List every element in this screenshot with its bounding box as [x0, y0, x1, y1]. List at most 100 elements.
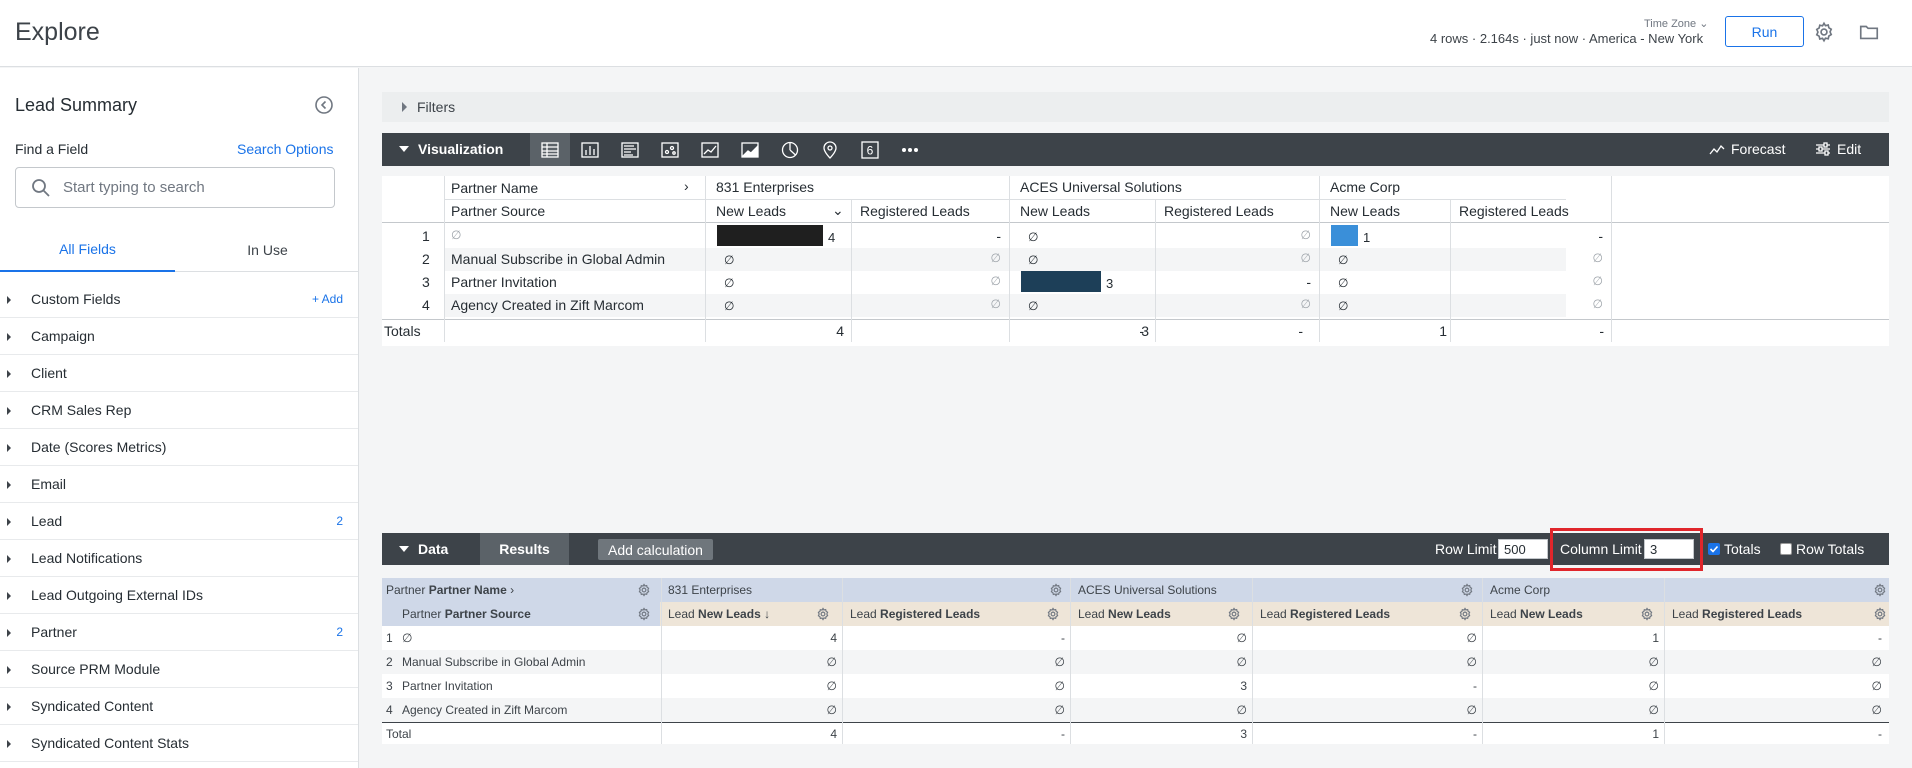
- table-cell: ∅: [1028, 253, 1039, 267]
- grid-line: [1664, 578, 1665, 744]
- pie-chart-icon[interactable]: [770, 133, 810, 166]
- results-table: Partner Partner Name › Partner Partner S…: [382, 578, 1889, 744]
- field-group-label: CRM Sales Rep: [31, 402, 132, 418]
- view-label: Partner: [402, 607, 442, 621]
- gear-icon[interactable]: [1873, 583, 1887, 597]
- gear-icon[interactable]: [1873, 607, 1887, 621]
- grid-line: [1252, 578, 1253, 744]
- chevron-right-icon[interactable]: ›: [684, 178, 689, 194]
- caret-down-icon[interactable]: [399, 546, 409, 552]
- gear-icon[interactable]: [1227, 607, 1241, 621]
- forecast-button[interactable]: Forecast: [1709, 141, 1785, 157]
- field-group-lead-notifications[interactable]: Lead Notifications: [0, 540, 358, 577]
- gear-icon[interactable]: [1049, 583, 1063, 597]
- field-group-lead[interactable]: Lead 2: [0, 503, 358, 540]
- gear-icon[interactable]: [1458, 607, 1472, 621]
- caret-right-icon: [7, 740, 11, 748]
- gear-icon[interactable]: [816, 607, 830, 621]
- field-group-label: Syndicated Content: [31, 698, 154, 714]
- row-limit-input[interactable]: [1498, 539, 1548, 559]
- view-label: Lead: [1490, 607, 1517, 621]
- single-value-icon[interactable]: 6: [850, 133, 890, 166]
- table-cell: ∅: [1300, 251, 1311, 265]
- gear-icon[interactable]: [1813, 21, 1835, 43]
- grid-line: [705, 176, 706, 342]
- area-chart-icon[interactable]: [730, 133, 770, 166]
- total-cell: 3: [1240, 727, 1247, 741]
- field-group-custom-fields[interactable]: Custom Fields + Add: [0, 281, 358, 318]
- search-input[interactable]: [63, 179, 313, 196]
- scatter-icon[interactable]: [650, 133, 690, 166]
- table-cell: ∅: [1054, 655, 1065, 669]
- row-source: Partner Invitation: [451, 274, 557, 290]
- row-number: 4: [422, 297, 430, 313]
- more-icon[interactable]: [890, 133, 930, 166]
- field-group-syndicated-content[interactable]: Syndicated Content: [0, 688, 358, 725]
- gear-icon[interactable]: [1640, 607, 1654, 621]
- tab-all-fields[interactable]: All Fields: [0, 228, 175, 272]
- visualization-label[interactable]: Visualization: [418, 141, 503, 157]
- line-chart-icon[interactable]: [690, 133, 730, 166]
- field-group-syndicated-content-stats[interactable]: Syndicated Content Stats: [0, 725, 358, 762]
- caret-down-icon[interactable]: [399, 146, 409, 152]
- grid-line: [1482, 578, 1483, 744]
- visualization-bar: Visualization 6 Forecast Edit: [382, 133, 1889, 166]
- add-custom-field-button[interactable]: + Add: [312, 292, 343, 306]
- field-group-crm-sales-rep[interactable]: CRM Sales Rep: [0, 392, 358, 429]
- row-totals-checkbox[interactable]: [1780, 543, 1792, 555]
- column-chart-icon[interactable]: [610, 133, 650, 166]
- tab-in-use[interactable]: In Use: [180, 228, 355, 272]
- grid-line: [1611, 176, 1612, 342]
- table-cell: 1: [1652, 631, 1659, 645]
- filters-section[interactable]: Filters: [382, 92, 1889, 122]
- view-label: Lead: [1078, 607, 1105, 621]
- field-group-date-scores[interactable]: Date (Scores Metrics): [0, 429, 358, 466]
- field-group-label: Date (Scores Metrics): [31, 439, 167, 455]
- gear-icon[interactable]: [1046, 607, 1060, 621]
- map-pin-icon[interactable]: [810, 133, 850, 166]
- table-cell: ∅: [1871, 679, 1882, 693]
- tab-results[interactable]: Results: [480, 533, 569, 565]
- gear-icon[interactable]: [637, 583, 651, 597]
- bar-chart-icon[interactable]: [570, 133, 610, 166]
- add-calculation-button[interactable]: Add calculation: [598, 539, 713, 560]
- search-options-link[interactable]: Search Options: [237, 141, 334, 157]
- sort-chevron-icon[interactable]: ⌄: [832, 202, 844, 219]
- gear-icon[interactable]: [637, 607, 651, 621]
- table-icon[interactable]: [530, 133, 570, 166]
- measure-header[interactable]: New Leads: [716, 203, 786, 219]
- field-group-label: Custom Fields: [31, 291, 121, 307]
- table-cell: ∅: [990, 251, 1001, 265]
- edit-label: Edit: [1837, 141, 1862, 157]
- field-group-campaign[interactable]: Campaign: [0, 318, 358, 355]
- timezone-selector[interactable]: Time Zone ⌄: [1644, 17, 1708, 30]
- grid-line: [444, 176, 445, 342]
- row-source: Agency Created in Zift Marcom: [451, 297, 644, 313]
- data-label[interactable]: Data: [418, 541, 448, 557]
- run-button[interactable]: Run: [1725, 16, 1804, 47]
- totals-checkbox[interactable]: [1708, 543, 1720, 555]
- collapse-sidebar-icon[interactable]: [314, 95, 334, 115]
- grid-line: [444, 199, 1566, 200]
- field-group-client[interactable]: Client: [0, 355, 358, 392]
- in-use-count: 2: [336, 625, 343, 639]
- gear-icon[interactable]: [1460, 583, 1474, 597]
- table-cell: ∅: [1236, 703, 1247, 717]
- field-group-partner[interactable]: Partner 2: [0, 614, 358, 651]
- row-number: 1: [422, 228, 430, 244]
- table-cell: 3: [1240, 679, 1247, 693]
- forecast-label: Forecast: [1731, 141, 1786, 157]
- pivot-value: Acme Corp: [1490, 583, 1551, 597]
- table-cell: ∅: [1338, 276, 1349, 290]
- pivot-value: 831 Enterprises: [716, 179, 815, 195]
- row-source: Partner Invitation: [402, 679, 493, 693]
- field-group-email[interactable]: Email: [0, 466, 358, 503]
- grid-line: [851, 199, 852, 342]
- field-group-lead-outgoing[interactable]: Lead Outgoing External IDs: [0, 577, 358, 614]
- field-list: Custom Fields + Add Campaign Client CRM S…: [0, 281, 358, 762]
- chevron-right-icon: ›: [510, 583, 515, 597]
- field-group-source-prm[interactable]: Source PRM Module: [0, 651, 358, 688]
- edit-viz-button[interactable]: Edit: [1815, 141, 1861, 157]
- query-meta: 4 rows · 2.164s · just now · America - N…: [1430, 31, 1704, 46]
- folder-icon[interactable]: [1858, 21, 1880, 43]
